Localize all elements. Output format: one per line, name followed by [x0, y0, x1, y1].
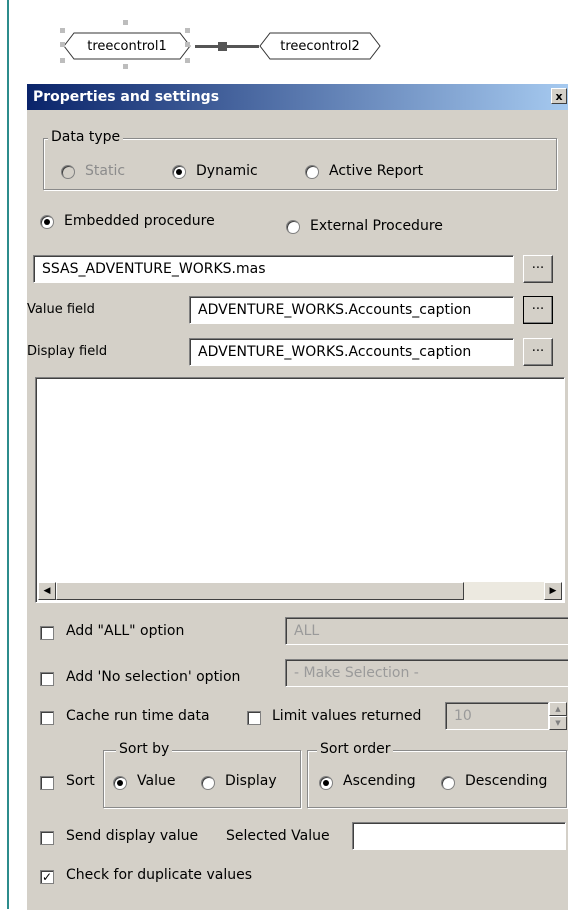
- selection-handle[interactable]: [185, 42, 190, 47]
- browse-display-field-button[interactable]: ...: [523, 338, 553, 366]
- cache-runtime-checkbox[interactable]: [40, 711, 54, 725]
- browse-value-field-button[interactable]: ...: [523, 296, 553, 324]
- limit-values-spinner[interactable]: ▲ ▼: [549, 702, 567, 730]
- scroll-right-icon[interactable]: ▶: [544, 582, 562, 600]
- radio-selected-dot: [176, 169, 182, 175]
- sort-by-legend: Sort by: [116, 741, 173, 757]
- limit-values-input[interactable]: 10: [445, 702, 549, 730]
- browse-file-button[interactable]: ...: [523, 255, 553, 283]
- node-connector: [195, 45, 259, 48]
- radio-active-report[interactable]: [305, 165, 319, 179]
- horizontal-scrollbar[interactable]: ◀ ▶: [38, 582, 562, 600]
- sort-order-legend: Sort order: [317, 741, 394, 757]
- no-selection-label: Add 'No selection' option: [66, 669, 241, 685]
- connector-handle[interactable]: [218, 42, 227, 51]
- radio-embedded-procedure[interactable]: [40, 215, 54, 229]
- panel-title: Properties and settings: [33, 89, 220, 105]
- selection-handle[interactable]: [185, 28, 190, 33]
- scrollbar-thumb[interactable]: [56, 582, 464, 600]
- selection-handle[interactable]: [123, 20, 128, 25]
- radio-sort-by-display[interactable]: [201, 776, 215, 790]
- radio-descending[interactable]: [441, 776, 455, 790]
- radio-descending-label: Descending: [465, 773, 548, 789]
- radio-sort-by-display-label: Display: [225, 773, 277, 789]
- radio-embedded-label: Embedded procedure: [64, 213, 215, 229]
- value-field-label: Value field: [27, 302, 95, 317]
- window-left-border: [7, 0, 9, 909]
- selection-handle[interactable]: [60, 58, 65, 63]
- send-display-checkbox[interactable]: [40, 831, 54, 845]
- properties-panel: Properties and settings x Data type Stat…: [26, 83, 568, 910]
- radio-selected-dot: [117, 780, 123, 786]
- selection-handle[interactable]: [185, 58, 190, 63]
- display-field-label: Display field: [27, 344, 108, 359]
- radio-ascending[interactable]: [319, 776, 333, 790]
- values-listbox[interactable]: ◀ ▶: [35, 377, 565, 603]
- radio-external-label: External Procedure: [310, 218, 443, 234]
- selected-value-input[interactable]: [352, 822, 566, 850]
- radio-dynamic[interactable]: [172, 165, 186, 179]
- cache-runtime-label: Cache run time data: [66, 708, 210, 724]
- all-option-input[interactable]: ALL: [285, 617, 568, 645]
- radio-ascending-label: Ascending: [343, 773, 416, 789]
- radio-active-report-label: Active Report: [329, 163, 424, 179]
- add-all-checkbox[interactable]: [40, 626, 54, 640]
- radio-static[interactable]: [61, 165, 75, 179]
- no-selection-input[interactable]: - Make Selection -: [285, 659, 568, 687]
- duplicate-check-label: Check for duplicate values: [66, 867, 253, 883]
- close-icon[interactable]: x: [551, 88, 567, 104]
- radio-selected-dot: [323, 780, 329, 786]
- node-label: treecontrol2: [280, 38, 360, 54]
- spin-up-icon[interactable]: ▲: [549, 702, 567, 716]
- scroll-left-icon[interactable]: ◀: [38, 582, 56, 600]
- limit-values-checkbox[interactable]: [247, 711, 261, 725]
- radio-selected-dot: [44, 219, 50, 225]
- panel-titlebar[interactable]: Properties and settings x: [27, 84, 568, 110]
- radio-sort-by-value[interactable]: [113, 776, 127, 790]
- radio-external-procedure[interactable]: [286, 220, 300, 234]
- selection-handle[interactable]: [60, 42, 65, 47]
- data-type-legend: Data type: [48, 129, 124, 145]
- sort-checkbox[interactable]: [40, 776, 54, 790]
- radio-sort-by-value-label: Value: [137, 773, 176, 789]
- selection-handle[interactable]: [123, 64, 128, 69]
- radio-static-label: Static: [85, 163, 126, 179]
- selection-handle[interactable]: [60, 28, 65, 33]
- limit-values-label: Limit values returned: [272, 708, 422, 724]
- procedure-file-input[interactable]: SSAS_ADVENTURE_WORKS.mas: [33, 255, 514, 283]
- treecontrol1-node[interactable]: treecontrol1: [62, 32, 192, 60]
- sort-label: Sort: [66, 773, 95, 789]
- display-field-input[interactable]: ADVENTURE_WORKS.Accounts_caption: [189, 338, 514, 366]
- value-field-input[interactable]: ADVENTURE_WORKS.Accounts_caption: [189, 296, 514, 324]
- send-display-label: Send display value: [66, 828, 199, 844]
- spin-down-icon[interactable]: ▼: [549, 716, 567, 730]
- node-label: treecontrol1: [87, 38, 167, 54]
- selected-value-label: Selected Value: [226, 828, 330, 844]
- no-selection-checkbox[interactable]: [40, 672, 54, 686]
- treecontrol2-node[interactable]: treecontrol2: [258, 32, 382, 60]
- duplicate-check-checkbox[interactable]: ✓: [40, 870, 54, 884]
- add-all-label: Add "ALL" option: [66, 623, 185, 639]
- radio-dynamic-label: Dynamic: [196, 163, 258, 179]
